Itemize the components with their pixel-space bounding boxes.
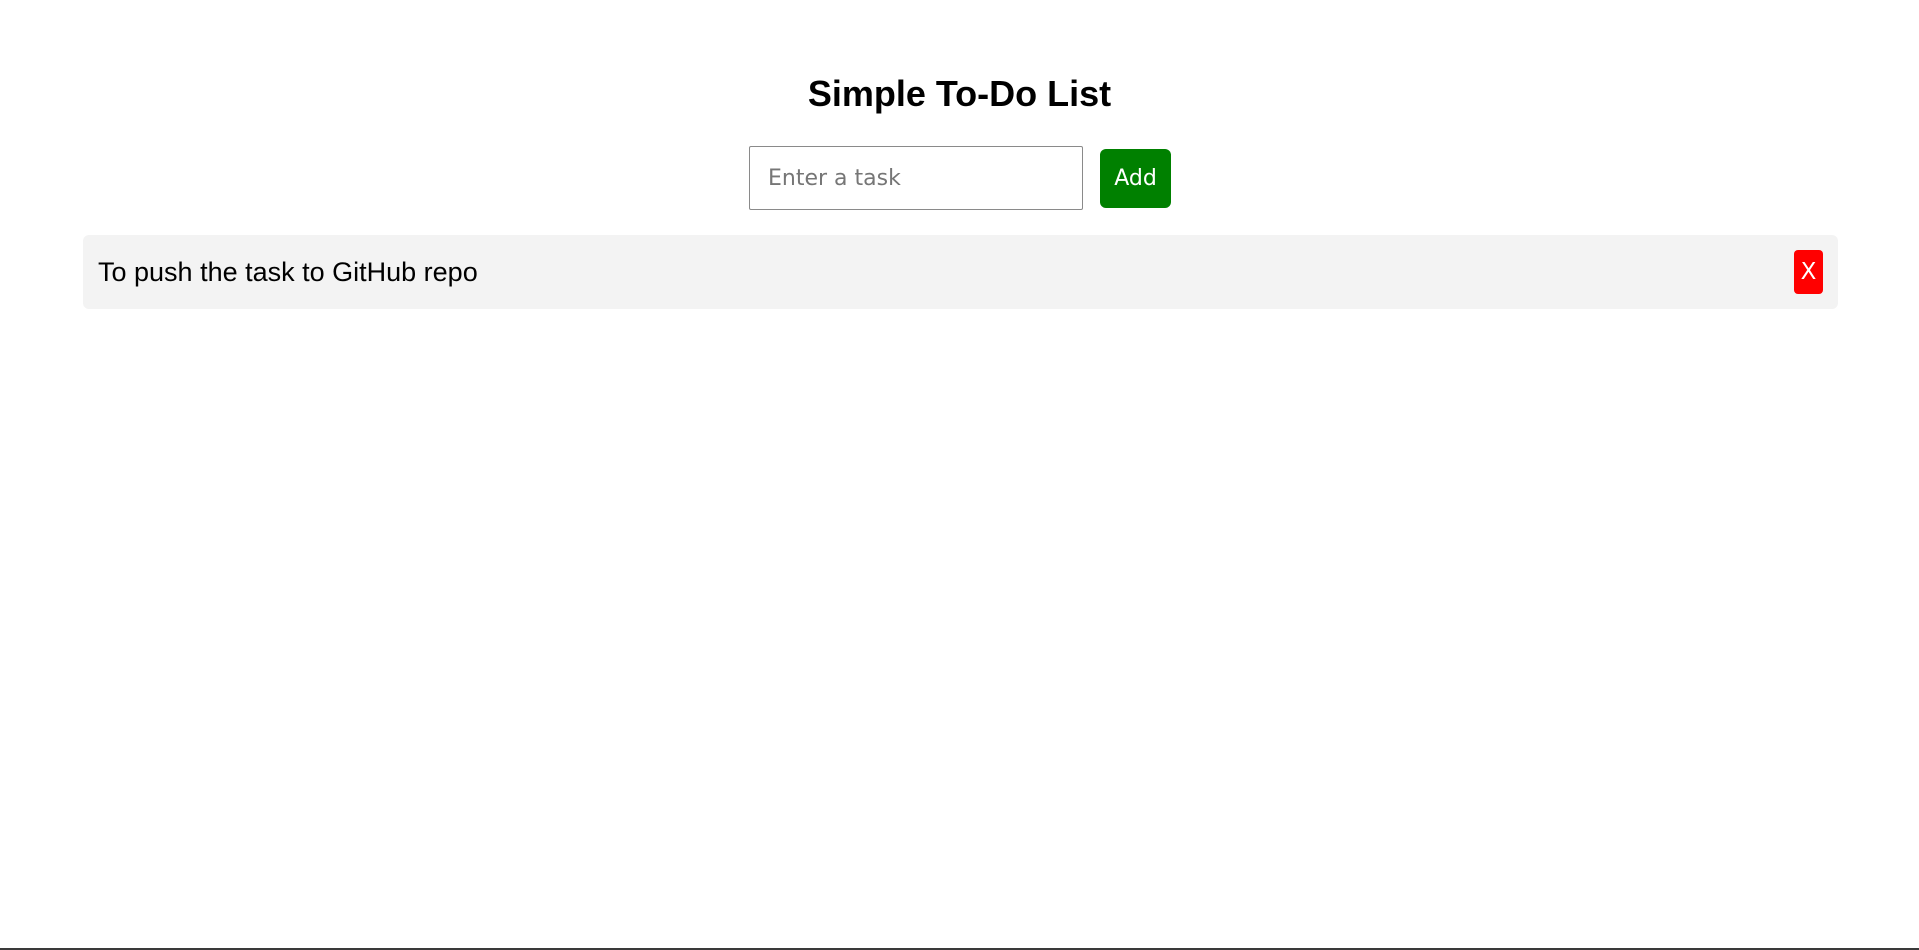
task-input[interactable]	[749, 146, 1083, 210]
page: Simple To-Do List Add To push the task t…	[0, 0, 1919, 950]
page-title: Simple To-Do List	[807, 73, 1112, 114]
task-text: To push the task to GitHub repo	[98, 257, 478, 287]
delete-task-button[interactable]: X	[1794, 250, 1823, 294]
task-item: To push the task to GitHub repo X	[83, 235, 1838, 309]
add-button[interactable]: Add	[1100, 149, 1171, 208]
task-list: To push the task to GitHub repo X	[83, 235, 1838, 309]
